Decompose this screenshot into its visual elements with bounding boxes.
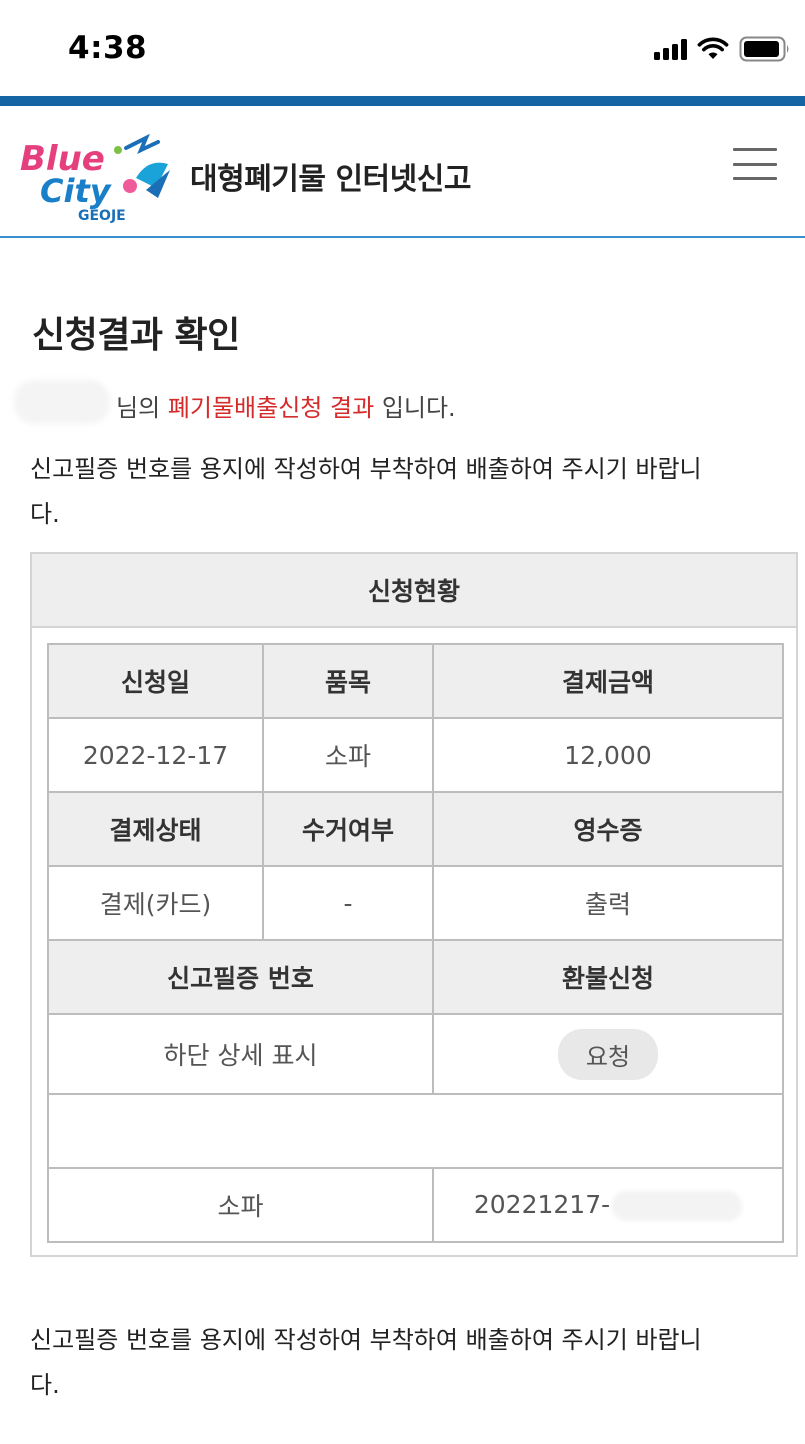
notice-line-1: 신고필증 번호를 용지에 작성하여 부착하여 배출하여 주시기 바랍니 [30,1326,702,1354]
certificate-item-value: 소파 [47,1167,434,1243]
page-title: 신청결과 확인 [32,315,240,356]
notice-line-1: 신고필증 번호를 용지에 작성하여 부착하여 배출하여 주시기 바랍니 [30,455,702,483]
cellular-signal-icon [654,38,687,60]
table-row: 결제(카드) - 출력 [47,865,784,941]
header-collection-status: 수거여부 [262,791,434,867]
certificate-number-cell: 20221217- [432,1167,784,1243]
table-row: 결제상태 수거여부 영수증 [47,791,784,867]
amount-value: 12,000 [432,717,784,793]
notice-text-bottom: 신고필증 번호를 용지에 작성하여 부착하여 배출하여 주시기 바랍니 다. [30,1318,800,1408]
battery-icon [739,36,791,62]
blue-city-geoje-logo[interactable]: Blue City GEOJE [18,128,178,224]
refund-cell: 요청 [432,1013,784,1095]
intro-text: 님의 폐기물배출신청 결과 입니다. [116,388,456,423]
status-icons [654,36,791,62]
header-receipt: 영수증 [432,791,784,867]
status-bar: 4:38 [0,0,805,96]
hamburger-menu-icon[interactable] [733,148,777,180]
svg-text:City: City [40,172,112,210]
wifi-icon [697,37,729,61]
result-panel-heading: 신청현황 [32,554,796,628]
certificate-detail-text: 하단 상세 표시 [47,1013,434,1095]
empty-row [47,1093,784,1169]
table-row: 하단 상세 표시 요청 [47,1013,784,1095]
intro-prefix: 님의 [116,394,161,422]
header-certificate-number: 신고필증 번호 [47,939,434,1015]
site-header: Blue City GEOJE 대형폐기물 인터넷신고 [0,106,805,238]
masked-certificate-suffix [612,1190,743,1221]
header-payment-status: 결제상태 [47,791,264,867]
table-row: 신고필증 번호 환불신청 [47,939,784,1015]
header-item: 품목 [262,643,434,719]
result-panel: 신청현황 신청일 품목 결제금액 2022-12-17 소파 12,000 결제… [30,552,798,1257]
table-row: 신청일 품목 결제금액 [47,643,784,719]
intro-highlight: 폐기물배출신청 결과 [167,394,375,422]
collection-status-value: - [262,865,434,941]
payment-status-value: 결제(카드) [47,865,264,941]
site-title: 대형폐기물 인터넷신고 [190,162,471,197]
table-row: 소파 20221217- [47,1167,784,1243]
notice-line-2: 다. [30,1371,60,1399]
table-row [47,1093,784,1169]
header-apply-date: 신청일 [47,643,264,719]
intro-suffix: 입니다. [381,394,456,422]
header-refund: 환불신청 [432,939,784,1015]
svg-text:GEOJE: GEOJE [78,208,126,223]
header-amount: 결제금액 [432,643,784,719]
apply-date-value: 2022-12-17 [47,717,264,793]
result-table: 신청일 품목 결제금액 2022-12-17 소파 12,000 결제상태 수거… [47,643,784,1243]
certificate-number-value: 20221217- [473,1189,611,1219]
item-value: 소파 [262,717,434,793]
table-row: 2022-12-17 소파 12,000 [47,717,784,793]
masked-user-name [14,380,110,424]
refund-request-button[interactable]: 요청 [557,1028,659,1080]
header-top-rule [0,96,805,106]
status-time: 4:38 [68,30,148,66]
notice-text-top: 신고필증 번호를 용지에 작성하여 부착하여 배출하여 주시기 바랍니 다. [30,447,800,537]
notice-line-2: 다. [30,500,60,528]
print-receipt-link[interactable]: 출력 [432,865,784,941]
